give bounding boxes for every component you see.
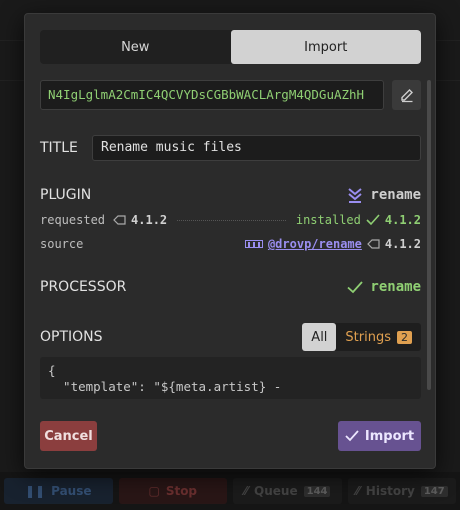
import-code-row: N4IgLglmA2CmIC4QCVYDsCGBbWACLArgM4QDGuAZ… [40,80,421,110]
modal-footer: Cancel Import [40,421,421,451]
title-label: TITLE [40,140,78,156]
source-link[interactable]: @drovp/rename [268,237,362,251]
edit-code-button[interactable] [392,80,421,110]
background-action-bar: ❚❚ Pause ▢ Stop ⁄⁄ Queue 144 ⁄⁄ History … [0,472,460,510]
strings-count-badge: 2 [397,330,412,344]
check-icon [347,280,364,293]
processor-label: PROCESSOR [40,279,127,295]
pause-label: Pause [51,484,92,498]
tab-new[interactable]: New [40,30,231,64]
import-button-label: Import [364,428,415,444]
tag-icon [113,215,126,225]
stop-label: Stop [165,484,198,498]
history-button[interactable]: ⁄⁄ History 147 [347,478,456,504]
stop-icon: ▢ [148,484,160,498]
source-version: 4.1.2 [367,237,421,251]
source-row: source @drovp/rename 4.1.2 [40,237,421,251]
check-icon [366,214,380,226]
options-filter: All Strings 2 [302,323,421,351]
requested-version-text: 4.1.2 [131,213,168,227]
processor-header: PROCESSOR rename [40,279,421,295]
requested-version: 4.1.2 [113,213,167,227]
options-label: OPTIONS [40,329,103,345]
import-profile-modal: New Import N4IgLglmA2CmIC4QCVYDsCGBbWACL… [24,13,436,469]
title-row: TITLE Rename music files [40,135,421,161]
requested-row: requested 4.1.2 installed 4.1.2 [40,213,421,227]
options-header: OPTIONS All Strings 2 [40,323,421,351]
plugin-name-label: rename [370,187,421,203]
modal-scrollbar[interactable] [427,80,431,390]
plugin-label: PLUGIN [40,187,92,203]
pause-icon: ❚❚ [24,484,46,498]
plugin-header: PLUGIN rename [40,186,421,204]
history-count: 147 [420,485,448,497]
plugin-icon [348,188,363,203]
processor-status: rename [347,279,421,295]
installed-status: installed 4.1.2 [296,213,421,227]
installed-version: 4.1.2 [384,213,421,227]
pause-button[interactable]: ❚❚ Pause [4,478,113,504]
cancel-button[interactable]: Cancel [40,421,97,451]
queue-button[interactable]: ⁄⁄ Queue 144 [233,478,342,504]
import-code-input[interactable]: N4IgLglmA2CmIC4QCVYDsCGBbWACLArgM4QDGuAZ… [40,80,384,110]
history-label: History [365,484,415,498]
source-version-text: 4.1.2 [384,237,421,251]
stop-button[interactable]: ▢ Stop [118,478,227,504]
import-button[interactable]: Import [338,421,421,451]
installed-label: installed [295,213,361,227]
npm-icon [244,240,263,248]
strings-label: Strings [345,329,391,345]
requested-label: requested [40,213,106,227]
mode-tabs: New Import [40,30,421,64]
tag-icon [367,239,380,249]
queue-label: Queue [254,484,298,498]
title-input[interactable]: Rename music files [92,135,421,161]
processor-name: rename [370,279,421,295]
options-strings-button[interactable]: Strings 2 [336,323,421,351]
source-label: source [40,237,84,251]
options-json-preview[interactable]: { "template": "${meta.artist} - [40,357,421,399]
history-icon: ⁄⁄ [355,484,360,498]
check-icon [345,430,359,442]
dotted-divider [177,219,286,221]
tab-import[interactable]: Import [230,30,421,64]
queue-count: 144 [303,485,331,497]
queue-icon: ⁄⁄ [244,484,249,498]
pencil-icon [400,89,413,103]
options-all-button[interactable]: All [302,323,337,351]
source-info: @drovp/rename 4.1.2 [244,237,421,251]
plugin-name: rename [346,186,421,204]
